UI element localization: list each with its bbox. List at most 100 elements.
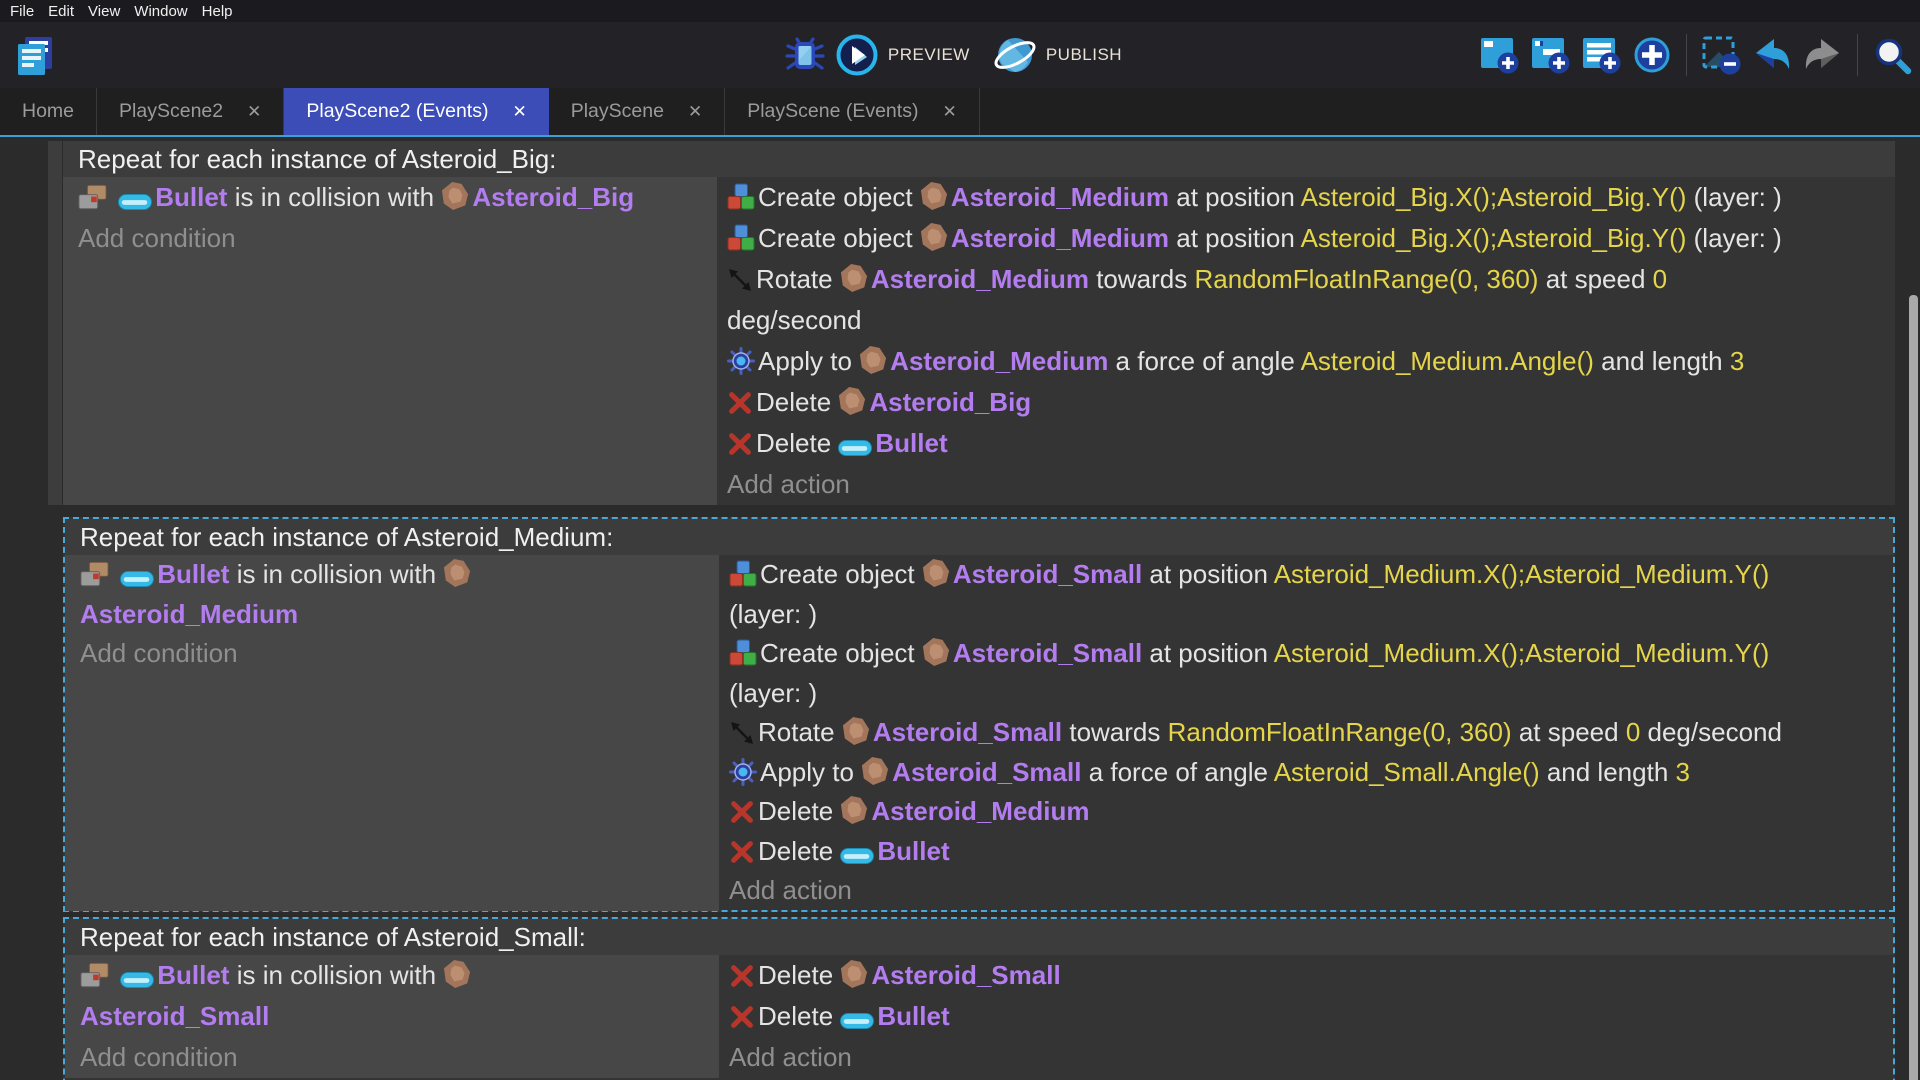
event-drag-handle[interactable] bbox=[48, 141, 62, 505]
action-line[interactable]: Apply to Asteroid_Small a force of angle… bbox=[729, 753, 1893, 793]
action-line[interactable]: Create object Asteroid_Medium at positio… bbox=[727, 218, 1895, 259]
delete-icon bbox=[727, 382, 753, 423]
delete-icon bbox=[729, 832, 755, 872]
undo-icon[interactable] bbox=[1752, 35, 1792, 75]
add-event-icon[interactable] bbox=[1479, 35, 1519, 75]
action-line[interactable]: Delete Bullet bbox=[729, 832, 1893, 872]
event-block[interactable]: Repeat for each instance of Asteroid_Med… bbox=[63, 517, 1895, 912]
preview-label[interactable]: PREVIEW bbox=[888, 45, 970, 65]
delete-icon bbox=[729, 955, 755, 996]
add-condition-button[interactable]: Add condition bbox=[78, 218, 717, 259]
object-name: Asteroid_Small bbox=[873, 717, 1062, 747]
expression-parameter: RandomFloatInRange(0, 360) bbox=[1194, 264, 1538, 294]
object-name: Asteroid_Medium bbox=[80, 599, 298, 629]
add-condition-button[interactable]: Add condition bbox=[80, 1037, 719, 1078]
add-condition-button[interactable]: Add condition bbox=[80, 634, 719, 674]
publish-button-icon[interactable] bbox=[994, 34, 1036, 76]
asteroid-icon bbox=[840, 955, 868, 996]
sentence-text: at position bbox=[1169, 182, 1301, 212]
menu-window[interactable]: Window bbox=[134, 3, 187, 20]
tab-close-icon[interactable]: ✕ bbox=[942, 102, 956, 122]
action-line[interactable]: Rotate Asteroid_Small towards RandomFloa… bbox=[729, 713, 1893, 753]
conditions-column: Bullet is in collision with Asteroid_Sma… bbox=[65, 955, 719, 1078]
sentence-text: Delete bbox=[758, 836, 840, 866]
object-name: Bullet bbox=[157, 960, 229, 990]
event-header[interactable]: Repeat for each instance of Asteroid_Big… bbox=[63, 141, 1895, 177]
debug-icon[interactable] bbox=[784, 34, 826, 76]
scrollbar-thumb[interactable] bbox=[1909, 295, 1918, 1080]
sentence-text: Create object bbox=[758, 182, 920, 212]
sentence-text: Create object bbox=[758, 223, 920, 253]
add-new-icon[interactable] bbox=[1632, 35, 1672, 75]
tab-playscene2-events-[interactable]: PlayScene2 (Events)✕ bbox=[284, 88, 548, 135]
asteroid-icon bbox=[859, 341, 887, 382]
add-action-button[interactable]: Add action bbox=[727, 464, 1895, 505]
object-name: Asteroid_Small bbox=[892, 757, 1081, 787]
add-comment-icon[interactable] bbox=[1581, 35, 1621, 75]
event-body: Bullet is in collision with Asteroid_Big… bbox=[63, 177, 1895, 505]
condition-line[interactable]: Bullet is in collision with Asteroid_Sma… bbox=[80, 955, 719, 1037]
action-line[interactable]: Rotate Asteroid_Medium towards RandomFlo… bbox=[727, 259, 1895, 341]
object-name: Asteroid_Medium bbox=[871, 796, 1089, 826]
object-name: Asteroid_Big bbox=[869, 387, 1031, 417]
tab-close-icon[interactable]: ✕ bbox=[247, 102, 261, 122]
sentence-text: at position bbox=[1169, 223, 1301, 253]
condition-line[interactable]: Bullet is in collision with Asteroid_Big bbox=[78, 177, 717, 218]
bullet-icon bbox=[840, 996, 874, 1037]
condition-line[interactable]: Bullet is in collision with Asteroid_Med… bbox=[80, 555, 719, 634]
action-line[interactable]: Delete Bullet bbox=[727, 423, 1895, 464]
tab-home[interactable]: Home bbox=[0, 88, 97, 135]
expression-parameter: RandomFloatInRange(0, 360) bbox=[1168, 717, 1512, 747]
preview-button-icon[interactable] bbox=[836, 34, 878, 76]
action-line[interactable]: Delete Asteroid_Medium bbox=[729, 792, 1893, 832]
tab-playscene[interactable]: PlayScene✕ bbox=[549, 88, 725, 135]
tab-close-icon[interactable]: ✕ bbox=[512, 102, 526, 122]
event-header[interactable]: Repeat for each instance of Asteroid_Sma… bbox=[65, 919, 1893, 955]
expression-parameter: Asteroid_Medium.Angle() bbox=[1301, 346, 1594, 376]
object-name: Asteroid_Small bbox=[80, 1001, 269, 1031]
expression-parameter: Asteroid_Big.X();Asteroid_Big.Y() bbox=[1301, 182, 1687, 212]
event-block[interactable]: Repeat for each instance of Asteroid_Big… bbox=[63, 141, 1895, 505]
publish-label[interactable]: PUBLISH bbox=[1046, 45, 1122, 65]
sentence-text bbox=[113, 960, 120, 990]
action-line[interactable]: Create object Asteroid_Small at position… bbox=[729, 555, 1893, 634]
action-line[interactable]: Delete Asteroid_Big bbox=[727, 382, 1895, 423]
add-action-button[interactable]: Add action bbox=[729, 871, 1893, 911]
main-toolbar: PREVIEW PUBLISH bbox=[0, 22, 1920, 88]
actions-column: Delete Asteroid_SmallDelete BulletAdd ac… bbox=[719, 955, 1893, 1078]
action-line[interactable]: Delete Asteroid_Small bbox=[729, 955, 1893, 996]
add-action-button[interactable]: Add action bbox=[729, 1037, 1893, 1078]
rotate-icon bbox=[727, 259, 753, 300]
object-name: Asteroid_Small bbox=[953, 638, 1142, 668]
event-header[interactable]: Repeat for each instance of Asteroid_Med… bbox=[65, 519, 1893, 555]
menu-edit[interactable]: Edit bbox=[48, 3, 74, 20]
sentence-text bbox=[113, 559, 120, 589]
actions-column: Create object Asteroid_Medium at positio… bbox=[717, 177, 1895, 505]
add-subevent-icon[interactable] bbox=[1530, 35, 1570, 75]
action-line[interactable]: Delete Bullet bbox=[729, 996, 1893, 1037]
menu-help[interactable]: Help bbox=[202, 3, 233, 20]
action-line[interactable]: Create object Asteroid_Small at position… bbox=[729, 634, 1893, 713]
toolbar-separator bbox=[1686, 34, 1687, 76]
expression-parameter: 0 bbox=[1653, 264, 1667, 294]
tab-close-icon[interactable]: ✕ bbox=[688, 102, 702, 122]
delete-selection-icon[interactable] bbox=[1701, 35, 1741, 75]
sentence-text: deg/second bbox=[1640, 717, 1782, 747]
action-line[interactable]: Create object Asteroid_Medium at positio… bbox=[727, 177, 1895, 218]
action-line[interactable]: Apply to Asteroid_Medium a force of angl… bbox=[727, 341, 1895, 382]
object-name: Asteroid_Medium bbox=[951, 223, 1169, 253]
tab-playscene-events-[interactable]: PlayScene (Events)✕ bbox=[725, 88, 980, 135]
tab-playscene2[interactable]: PlayScene2✕ bbox=[97, 88, 284, 135]
menu-view[interactable]: View bbox=[88, 3, 120, 20]
expression-parameter: 3 bbox=[1730, 346, 1744, 376]
event-block[interactable]: Repeat for each instance of Asteroid_Sma… bbox=[63, 917, 1895, 1080]
sentence-text: a force of angle bbox=[1108, 346, 1300, 376]
search-icon[interactable] bbox=[1872, 35, 1912, 75]
menu-file[interactable]: File bbox=[10, 3, 34, 20]
expression-parameter: Asteroid_Medium.X();Asteroid_Medium.Y() bbox=[1274, 638, 1770, 668]
asteroid-icon bbox=[838, 382, 866, 423]
collision-icon bbox=[80, 955, 110, 996]
sentence-text: Delete bbox=[756, 387, 838, 417]
sentence-text bbox=[111, 182, 118, 212]
redo-icon[interactable] bbox=[1803, 35, 1843, 75]
